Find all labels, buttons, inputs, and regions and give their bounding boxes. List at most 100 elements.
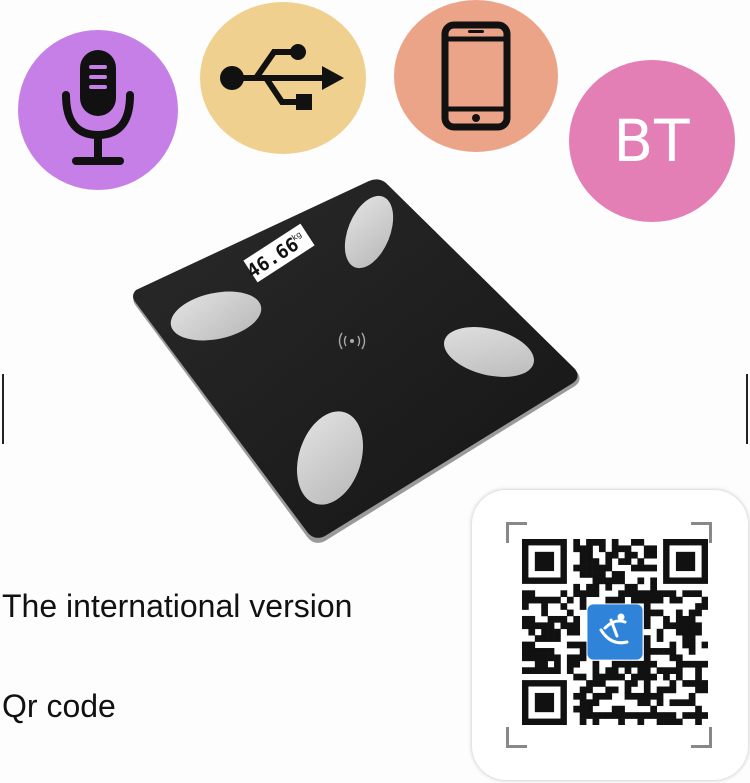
qr-module bbox=[631, 680, 638, 687]
qr-module bbox=[592, 558, 600, 565]
qr-module bbox=[522, 603, 529, 610]
qr-module bbox=[592, 673, 600, 681]
qr-module bbox=[579, 603, 587, 610]
qr-module bbox=[643, 551, 651, 559]
qr-module bbox=[675, 654, 683, 662]
qr-module bbox=[675, 628, 683, 636]
qr-module bbox=[566, 609, 574, 617]
qr-module bbox=[560, 622, 568, 630]
qr-module bbox=[643, 603, 651, 610]
qr-module bbox=[618, 558, 625, 565]
qr-module bbox=[663, 648, 670, 655]
qr-module bbox=[528, 667, 536, 674]
qr-module bbox=[650, 648, 657, 655]
qr-module bbox=[618, 660, 625, 668]
qr-module bbox=[675, 609, 683, 617]
qr-module bbox=[579, 673, 587, 681]
qr-module bbox=[688, 609, 696, 617]
qr-module bbox=[631, 596, 638, 604]
qr-module bbox=[643, 648, 651, 655]
qr-module bbox=[637, 590, 645, 598]
qr-module bbox=[579, 564, 587, 572]
qr-module bbox=[637, 712, 645, 719]
qr-module bbox=[541, 648, 548, 655]
qr-module bbox=[643, 609, 651, 617]
qr-module bbox=[656, 596, 664, 604]
qr-module bbox=[682, 660, 690, 668]
qr-module bbox=[522, 615, 529, 623]
electrode-pad-bottom bbox=[296, 411, 364, 505]
qr-module bbox=[695, 680, 702, 687]
qr-module bbox=[598, 712, 606, 719]
qr-module bbox=[669, 712, 677, 719]
qr-module bbox=[618, 712, 625, 719]
qr-module bbox=[534, 635, 542, 642]
qr-module bbox=[688, 615, 696, 623]
qr-module bbox=[624, 660, 632, 668]
qr-module bbox=[522, 641, 529, 649]
qr-module bbox=[650, 609, 657, 617]
qr-module bbox=[701, 712, 708, 719]
qr-module bbox=[701, 596, 708, 604]
qr-module bbox=[695, 590, 702, 598]
qr-module bbox=[701, 686, 708, 694]
qr-module bbox=[573, 641, 581, 649]
qr-module bbox=[554, 654, 561, 662]
qr-module bbox=[586, 705, 593, 713]
qr-module bbox=[554, 596, 561, 604]
qr-module bbox=[573, 545, 581, 553]
qr-module bbox=[631, 660, 638, 668]
qr-module bbox=[522, 622, 529, 630]
qr-module bbox=[592, 712, 600, 719]
qr-module bbox=[573, 628, 581, 636]
qr-module bbox=[592, 577, 600, 585]
qr-module bbox=[656, 718, 664, 725]
app-logo-head bbox=[617, 613, 625, 621]
qr-module bbox=[534, 622, 542, 630]
qr-module bbox=[598, 545, 606, 553]
qr-module bbox=[656, 712, 664, 719]
qr-module bbox=[541, 603, 548, 610]
qr-module bbox=[618, 673, 625, 681]
qr-module bbox=[547, 635, 555, 642]
qr-module bbox=[695, 673, 702, 681]
qr-module bbox=[688, 680, 696, 687]
qr-module bbox=[663, 667, 670, 674]
qr-module bbox=[643, 545, 651, 553]
qr-module bbox=[554, 628, 561, 636]
qr-code-caption: Qr code bbox=[2, 688, 116, 724]
qr-module bbox=[650, 583, 657, 591]
qr-module bbox=[547, 622, 555, 630]
qr-module bbox=[579, 712, 587, 719]
qr-module bbox=[643, 699, 651, 707]
qr-module bbox=[618, 705, 625, 713]
qr-module bbox=[643, 712, 651, 719]
qr-module bbox=[586, 686, 593, 694]
qr-module bbox=[611, 571, 619, 578]
qr-module bbox=[579, 686, 587, 694]
qr-module bbox=[688, 692, 696, 700]
qr-module bbox=[637, 596, 645, 604]
qr-module bbox=[611, 596, 619, 604]
qr-module bbox=[528, 596, 536, 604]
qr-module bbox=[663, 686, 670, 694]
qr-module bbox=[573, 622, 581, 630]
qr-module bbox=[566, 628, 574, 636]
qr-module bbox=[656, 590, 664, 598]
qr-module bbox=[675, 622, 683, 630]
qr-code-card[interactable] bbox=[472, 490, 748, 780]
qr-module bbox=[650, 596, 657, 604]
scale-body bbox=[133, 179, 578, 538]
qr-module bbox=[688, 628, 696, 636]
qr-module bbox=[605, 686, 613, 694]
qr-module bbox=[605, 596, 613, 604]
wireless-icon bbox=[338, 332, 366, 350]
qr-module bbox=[669, 654, 677, 662]
qr-module bbox=[605, 712, 613, 719]
qr-module bbox=[598, 692, 606, 700]
qr-module bbox=[566, 622, 574, 630]
qr-module bbox=[682, 622, 690, 630]
qr-module bbox=[522, 648, 529, 655]
qr-module bbox=[618, 545, 625, 553]
international-version-caption: The international version bbox=[2, 588, 353, 624]
